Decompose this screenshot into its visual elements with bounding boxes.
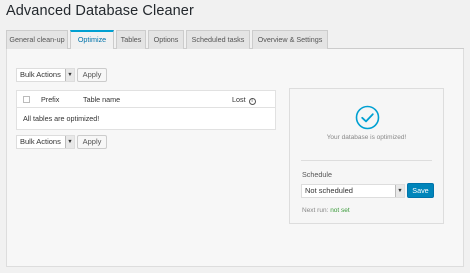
next-run-info: Next run: not set bbox=[302, 207, 350, 214]
select-all-checkbox[interactable] bbox=[23, 96, 30, 103]
save-button[interactable]: Save bbox=[407, 183, 434, 198]
tables-list: Prefix Table name Lost i All tables are o… bbox=[16, 90, 276, 130]
divider bbox=[301, 160, 432, 161]
tab-optimize[interactable]: Optimize bbox=[70, 30, 114, 50]
tab-options[interactable]: Options bbox=[148, 30, 184, 49]
apply-button-bottom[interactable]: Apply bbox=[77, 135, 107, 149]
tab-general-clean-up[interactable]: General clean-up bbox=[6, 30, 68, 49]
bulk-actions-select-bottom[interactable]: Bulk Actions ▼ bbox=[16, 135, 75, 149]
table-header: Prefix Table name Lost i bbox=[17, 91, 275, 108]
next-run-value: not set bbox=[330, 207, 350, 214]
chevron-down-icon: ▼ bbox=[65, 136, 74, 148]
bulk-actions-select-top[interactable]: Bulk Actions ▼ bbox=[16, 68, 75, 82]
bulk-actions-select-value: Bulk Actions bbox=[20, 70, 61, 79]
checkmark-icon bbox=[355, 105, 380, 130]
optimize-status-panel: Your database is optimized! Schedule Not… bbox=[289, 88, 444, 224]
tab-scheduled-tasks[interactable]: Scheduled tasks bbox=[186, 30, 250, 49]
column-prefix[interactable]: Prefix bbox=[41, 91, 59, 108]
bulk-actions-select-value: Bulk Actions bbox=[20, 137, 61, 146]
column-table-name[interactable]: Table name bbox=[83, 91, 120, 108]
chevron-down-icon: ▼ bbox=[395, 185, 404, 197]
schedule-label: Schedule bbox=[302, 170, 332, 179]
status-message: Your database is optimized! bbox=[326, 134, 407, 141]
apply-button-top[interactable]: Apply bbox=[77, 68, 107, 82]
column-lost-label: Lost bbox=[232, 95, 246, 104]
chevron-down-icon: ▼ bbox=[65, 69, 74, 81]
empty-table-message: All tables are optimized! bbox=[23, 114, 100, 123]
info-icon[interactable]: i bbox=[248, 98, 256, 105]
page-title: Advanced Database Cleaner bbox=[6, 3, 194, 19]
tab-tables[interactable]: Tables bbox=[116, 30, 146, 49]
tab-bar: General clean-up Optimize Tables Options… bbox=[6, 30, 464, 50]
next-run-label: Next run: bbox=[302, 207, 329, 214]
schedule-select[interactable]: Not scheduled ▼ bbox=[301, 184, 405, 198]
tab-overview-settings[interactable]: Overview & Settings bbox=[252, 30, 328, 49]
column-lost[interactable]: Lost i bbox=[232, 91, 256, 108]
schedule-select-value: Not scheduled bbox=[305, 186, 353, 195]
